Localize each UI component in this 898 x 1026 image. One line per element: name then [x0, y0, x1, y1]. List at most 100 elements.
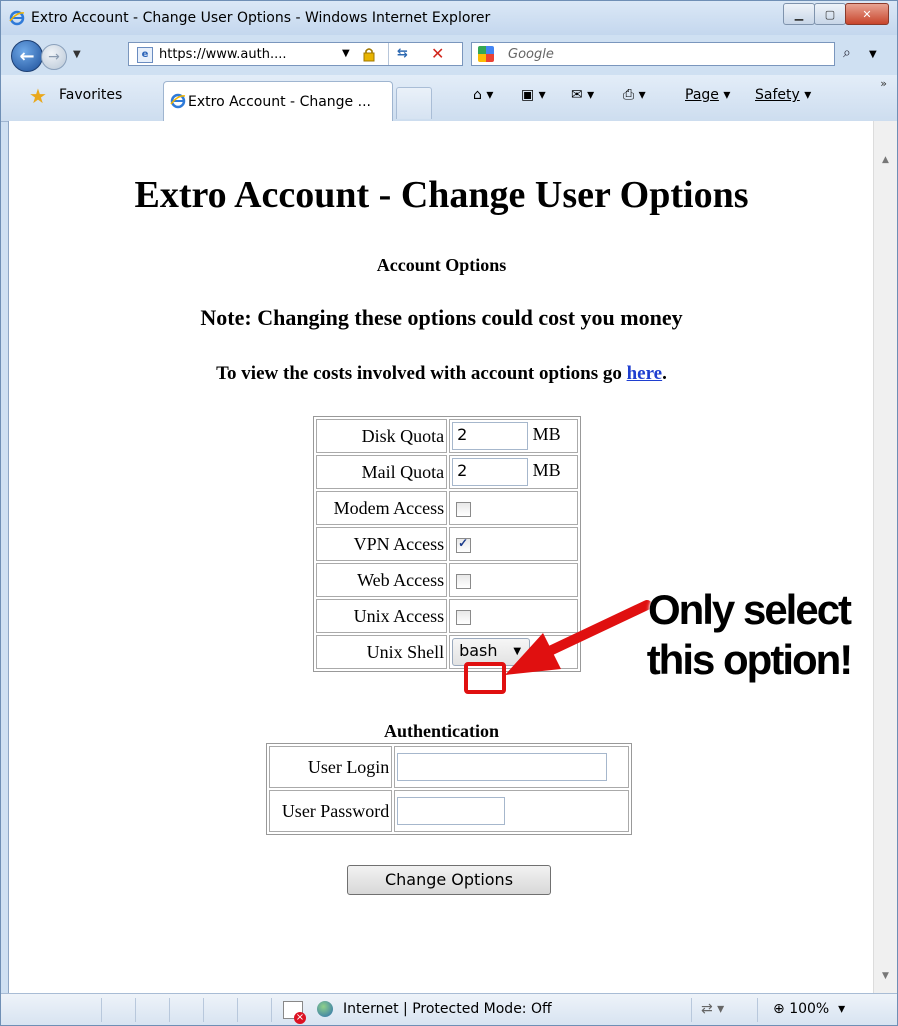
search-placeholder[interactable]: Google	[508, 47, 554, 62]
disk-quota-unit: MB	[532, 424, 561, 445]
divider	[101, 998, 102, 1022]
divider	[237, 998, 238, 1022]
refresh-icon[interactable]: ⇆	[397, 46, 408, 61]
vpn-access-label: VPN Access	[316, 527, 448, 561]
page-content: Extro Account - Change User Options Acco…	[8, 121, 873, 993]
divider	[691, 998, 692, 1022]
costs-text: To view the costs involved with account …	[216, 363, 622, 384]
search-options-dropdown-icon[interactable]: ▼	[869, 49, 877, 60]
page-icon: e	[137, 47, 153, 63]
google-icon	[478, 46, 494, 62]
back-button[interactable]: ←	[11, 40, 43, 72]
user-login-label: User Login	[269, 746, 393, 788]
page-title: Extro Account - Change User Options	[134, 174, 749, 216]
account-options-heading: Account Options	[376, 255, 507, 275]
navigation-bar: ← → ▼ e https://www.auth.... ▼ ⇆ ✕ Googl…	[1, 35, 897, 75]
annotation-line-2: this option!	[646, 636, 854, 683]
title-bar: Extro Account - Change User Options - Wi…	[1, 1, 897, 35]
close-button[interactable]: ✕	[845, 3, 889, 25]
unix-shell-value: bash	[459, 641, 498, 660]
globe-icon	[317, 1001, 333, 1017]
mail-icon[interactable]: ✉ ▾	[571, 87, 594, 103]
favorites-star-icon[interactable]: ★	[29, 86, 47, 106]
user-password-cell	[394, 790, 629, 832]
mail-quota-cell: 2 MB	[449, 455, 578, 489]
mail-quota-label: Mail Quota	[316, 455, 448, 489]
safety-menu-label: Safety	[755, 87, 800, 103]
tab-label: Extro Account - Change ...	[188, 94, 371, 110]
divider	[135, 998, 136, 1022]
unix-shell-label: Unix Shell	[316, 635, 448, 669]
lock-icon[interactable]	[361, 46, 377, 62]
feeds-icon[interactable]: ▣ ▾	[521, 87, 546, 103]
url-text[interactable]: https://www.auth....	[159, 47, 287, 62]
disk-quota-input[interactable]: 2	[452, 422, 529, 450]
change-options-button[interactable]: Change Options	[347, 865, 551, 895]
divider	[757, 998, 758, 1022]
costs-line: To view the costs involved with account …	[9, 363, 874, 385]
print-icon[interactable]: ⎙ ▾	[623, 87, 646, 103]
web-access-checkbox[interactable]	[456, 573, 472, 589]
user-login-cell	[394, 746, 629, 788]
modem-access-checkbox[interactable]	[456, 501, 472, 517]
divider	[388, 43, 389, 65]
web-access-label: Web Access	[316, 563, 448, 597]
address-bar[interactable]: e https://www.auth.... ▼ ⇆ ✕	[128, 42, 463, 66]
annotation-text: Only select this option!	[629, 585, 869, 685]
vpn-access-cell	[449, 527, 578, 561]
divider	[271, 998, 272, 1022]
table-row: Modem Access	[316, 491, 578, 525]
minimize-button[interactable]: ▁	[783, 3, 815, 25]
vpn-access-checkbox[interactable]	[456, 536, 472, 553]
zoom-control[interactable]: ⊕ 100% ▾	[773, 1001, 845, 1017]
new-tab-button[interactable]	[396, 87, 432, 119]
authentication-table: User Login User Password	[266, 743, 632, 835]
status-bar: Internet | Protected Mode: Off ⇄ ▾ ⊕ 100…	[1, 993, 897, 1025]
disk-quota-label: Disk Quota	[316, 419, 448, 453]
recent-pages-dropdown-icon[interactable]: ▼	[73, 49, 81, 60]
home-icon[interactable]: ⌂ ▾	[473, 87, 493, 103]
stop-icon[interactable]: ✕	[431, 44, 444, 63]
modem-access-cell	[449, 491, 578, 525]
search-icon[interactable]: ⌕	[843, 45, 851, 61]
table-row: Disk Quota 2 MB	[316, 419, 578, 453]
table-row: VPN Access	[316, 527, 578, 561]
address-dropdown-icon[interactable]: ▼	[342, 48, 350, 59]
window-controls: ▁ ▢ ✕	[783, 3, 889, 25]
ie-logo-icon	[170, 93, 186, 109]
browser-window: Extro Account - Change User Options - Wi…	[0, 0, 898, 1026]
annotation-line-1: Only select	[647, 586, 852, 633]
zone-status[interactable]: Internet | Protected Mode: Off	[343, 1001, 552, 1017]
modem-access-label: Modem Access	[316, 491, 448, 525]
popup-blocked-icon[interactable]	[283, 1001, 306, 1024]
zoom-level: 100%	[789, 1001, 830, 1017]
user-login-input[interactable]	[397, 753, 608, 781]
table-row: Mail Quota 2 MB	[316, 455, 578, 489]
forward-button[interactable]: →	[41, 44, 67, 70]
authentication-heading: Authentication	[383, 721, 499, 741]
costs-link[interactable]: here	[627, 363, 663, 384]
safety-menu[interactable]: Safety ▾	[755, 87, 811, 103]
vertical-scrollbar[interactable]: ▲ ▼	[873, 121, 897, 993]
maximize-button[interactable]: ▢	[814, 3, 846, 25]
unix-access-checkbox[interactable]	[456, 609, 472, 625]
scroll-up-icon[interactable]: ▲	[882, 155, 889, 165]
security-zone-icon[interactable]: ⇄ ▾	[701, 1001, 724, 1017]
divider	[203, 998, 204, 1022]
search-box[interactable]: Google	[471, 42, 835, 66]
more-commands-icon[interactable]: »	[880, 77, 887, 90]
mail-quota-unit: MB	[532, 460, 561, 481]
window-title: Extro Account - Change User Options - Wi…	[31, 10, 491, 26]
tab-extro-account[interactable]: Extro Account - Change ...	[163, 81, 393, 121]
user-password-input[interactable]	[397, 797, 506, 825]
mail-quota-input[interactable]: 2	[452, 458, 529, 486]
table-row: User Login	[269, 746, 629, 788]
scroll-down-icon[interactable]: ▼	[882, 971, 889, 981]
page-menu[interactable]: Page ▾	[685, 87, 730, 103]
ie-logo-icon	[9, 10, 25, 26]
cost-warning-note: Note: Changing these options could cost …	[200, 305, 683, 330]
unix-access-label: Unix Access	[316, 599, 448, 633]
page-menu-label: Page	[685, 87, 719, 103]
favorites-button[interactable]: Favorites	[59, 87, 122, 103]
favorites-bar: ★ Favorites Extro Account - Change ... ⌂…	[1, 75, 897, 122]
